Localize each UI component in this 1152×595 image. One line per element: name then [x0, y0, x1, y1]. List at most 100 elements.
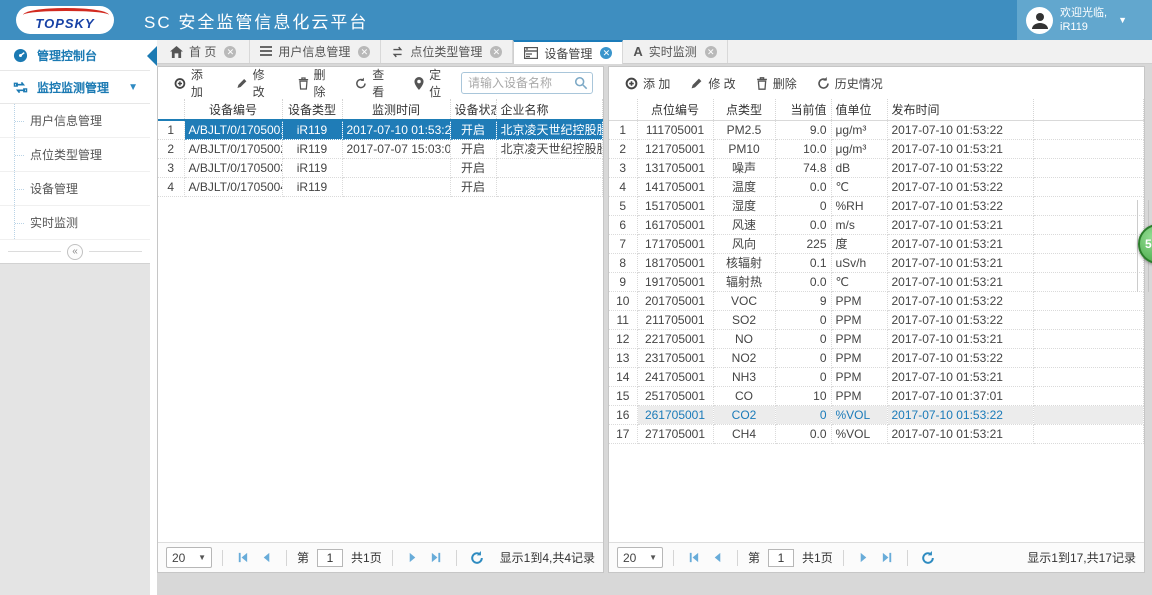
next-page-button[interactable] [854, 551, 873, 564]
table-row[interactable]: 2 121705001 PM10 10.0 μg/m³ 2017-07-10 01:53:… [609, 139, 1144, 159]
map-pin-icon [414, 76, 424, 90]
sidebar-empty-area [0, 263, 150, 595]
button-label: 历史情况 [834, 76, 883, 91]
last-page-button[interactable] [878, 551, 897, 564]
close-icon[interactable]: ✕ [224, 45, 237, 58]
table-row[interactable]: 15 251705001 CO 10 PPM 2017-07-10 01:37:01 [609, 386, 1144, 406]
table-row[interactable]: 11 211705001 SO2 0 PPM 2017-07-10 01:53:22 [609, 310, 1144, 330]
search-icon[interactable] [574, 76, 588, 90]
close-icon[interactable]: ✕ [490, 45, 503, 58]
page-number-input[interactable] [768, 548, 795, 567]
column-header[interactable] [1033, 99, 1144, 121]
table-row[interactable]: 1 A/BJLT/0/1705001 iR119 2017-07-10 01:53:2… [158, 120, 603, 140]
edit-button[interactable]: 修 改 [226, 62, 288, 104]
tab-point-type[interactable]: 点位类型管理 ✕ [381, 40, 514, 63]
sidebar: 管理控制台 监控监测管理 ▼ 用户信息管理 点位类型管理 设备管理 实时监测 « [0, 40, 150, 595]
column-header[interactable]: 设备状态 [450, 99, 497, 121]
cell: 湿度 [713, 196, 776, 216]
prev-page-button[interactable] [708, 551, 727, 564]
history-button[interactable]: 历史情况 [807, 71, 893, 96]
column-header[interactable]: 发布时间 [887, 99, 1034, 121]
page-size-select[interactable]: 20 ▼ [617, 547, 663, 568]
cell: 0.0 [775, 177, 832, 197]
column-header[interactable] [609, 99, 638, 121]
sidebar-item-user-info[interactable]: 用户信息管理 [0, 104, 150, 138]
cell: 231705001 [637, 348, 714, 368]
table-row[interactable]: 5 151705001 湿度 0 %RH 2017-07-10 01:53:22 [609, 196, 1144, 216]
sidebar-item-device-mgmt[interactable]: 设备管理 [0, 172, 150, 206]
collapse-sidebar-button[interactable]: « [67, 243, 83, 260]
delete-button[interactable]: 删除 [746, 71, 807, 96]
close-icon[interactable]: ✕ [600, 47, 613, 59]
tab-home[interactable]: 首 页 ✕ [157, 40, 251, 63]
page-number-input[interactable] [317, 548, 344, 567]
table-row[interactable]: 9 191705001 辐射热 0.0 ℃ 2017-07-10 01:53:21 [609, 272, 1144, 292]
reload-button[interactable] [918, 550, 938, 565]
view-button[interactable]: 查看 [345, 62, 404, 104]
caret-down-icon: ▼ [1118, 15, 1127, 25]
delete-button[interactable]: 删除 [288, 62, 346, 104]
table-row[interactable]: 16 261705001 CO2 0 %VOL 2017-07-10 01:53:22 [609, 405, 1144, 425]
column-header[interactable]: 企业名称 [496, 99, 603, 121]
sidebar-item-label: 监控监测管理 [37, 80, 110, 95]
row-number: 8 [609, 253, 638, 273]
pencil-icon [237, 78, 247, 88]
cell: 2017-07-10 01:53:22 [887, 158, 1034, 178]
cell: 开启 [450, 120, 497, 140]
column-header[interactable]: 点位编号 [637, 99, 714, 121]
sidebar-item-point-type[interactable]: 点位类型管理 [0, 138, 150, 172]
cell: 0.0 [775, 424, 832, 444]
tab-user-info[interactable]: 用户信息管理 ✕ [250, 40, 382, 63]
tab-device-mgmt[interactable]: 设备管理 ✕ [513, 40, 624, 64]
first-page-button[interactable] [684, 551, 703, 564]
table-row[interactable]: 17 271705001 CH4 0.0 %VOL 2017-07-10 01:53:21 [609, 424, 1144, 444]
reload-button[interactable] [467, 550, 487, 565]
add-button[interactable]: 添 加 [164, 62, 226, 104]
table-row[interactable]: 1 111705001 PM2.5 9.0 μg/m³ 2017-07-10 01:53:… [609, 120, 1144, 140]
sidebar-item-realtime[interactable]: 实时监测 [0, 206, 150, 240]
column-header[interactable]: 监测时间 [342, 99, 451, 121]
first-page-button[interactable] [233, 551, 252, 564]
page-size-select[interactable]: 20 ▼ [166, 547, 212, 568]
column-header[interactable]: 设备类型 [282, 99, 343, 121]
cell: VOC [713, 291, 776, 311]
table-row[interactable]: 6 161705001 风速 0.0 m/s 2017-07-10 01:53:21 [609, 215, 1144, 235]
next-page-button[interactable] [403, 551, 422, 564]
column-header[interactable]: 当前值 [775, 99, 832, 121]
table-row[interactable]: 7 171705001 风向 225 度 2017-07-10 01:53:21 [609, 234, 1144, 254]
cell: 噪声 [713, 158, 776, 178]
column-header[interactable] [158, 99, 185, 121]
column-header[interactable]: 设备编号 [184, 99, 283, 121]
last-page-button[interactable] [427, 551, 446, 564]
column-header[interactable]: 值单位 [831, 99, 888, 121]
sidebar-item-console[interactable]: 管理控制台 [0, 40, 150, 71]
table-row[interactable]: 12 221705001 NO 0 PPM 2017-07-10 01:53:21 [609, 329, 1144, 349]
edit-button[interactable]: 修 改 [680, 71, 745, 96]
row-number: 13 [609, 348, 638, 368]
table-row[interactable]: 4 141705001 温度 0.0 ℃ 2017-07-10 01:53:22 [609, 177, 1144, 197]
column-header[interactable]: 点类型 [713, 99, 776, 121]
cell: %VOL [831, 424, 888, 444]
table-row[interactable]: 4 A/BJLT/0/1705004 iR119 开启 [158, 177, 603, 197]
prev-page-button[interactable] [257, 551, 276, 564]
table-row[interactable]: 3 A/BJLT/0/1705003 iR119 开启 [158, 158, 603, 178]
table-row[interactable]: 14 241705001 NH3 0 PPM 2017-07-10 01:53:21 [609, 367, 1144, 387]
table-row[interactable]: 13 231705001 NO2 0 PPM 2017-07-10 01:53:22 [609, 348, 1144, 368]
cell: 温度 [713, 177, 776, 197]
tab-realtime[interactable]: A 实时监测 ✕ [623, 40, 728, 63]
user-menu[interactable]: 欢迎光临, iR119 ▼ [1017, 0, 1152, 40]
sidebar-item-monitoring[interactable]: 监控监测管理 ▼ [0, 71, 150, 104]
cell: 225 [775, 234, 832, 254]
cell: m/s [831, 215, 888, 235]
table-row[interactable]: 2 A/BJLT/0/1705002 iR119 2017-07-07 15:03:0… [158, 139, 603, 159]
table-row[interactable]: 8 181705001 核辐射 0.1 uSv/h 2017-07-10 01:53:21 [609, 253, 1144, 273]
close-icon[interactable]: ✕ [704, 45, 717, 58]
divider [89, 251, 142, 252]
close-icon[interactable]: ✕ [358, 45, 371, 58]
divider [906, 549, 908, 566]
add-button[interactable]: 添 加 [615, 71, 680, 96]
locate-button[interactable]: 定位 [404, 62, 461, 104]
cell [1033, 234, 1144, 254]
table-row[interactable]: 10 201705001 VOC 9 PPM 2017-07-10 01:53:22 [609, 291, 1144, 311]
table-row[interactable]: 3 131705001 噪声 74.8 dB 2017-07-10 01:53:22 [609, 158, 1144, 178]
